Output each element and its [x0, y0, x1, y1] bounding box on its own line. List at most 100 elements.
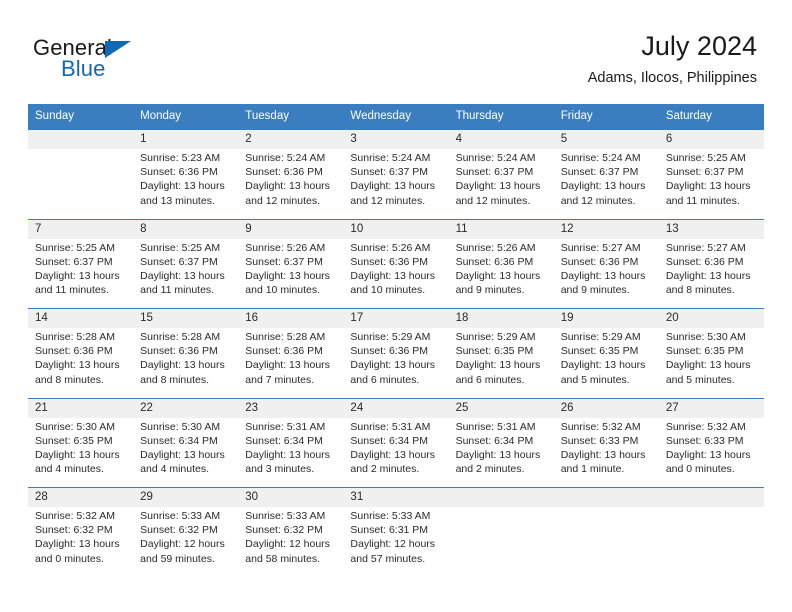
day-cell-25[interactable]: Sunrise: 5:31 AM Sunset: 6:34 PM Daylight:…: [448, 417, 554, 488]
day-number-17[interactable]: 17: [343, 309, 449, 328]
day-cell-9[interactable]: Sunrise: 5:26 AM Sunset: 6:37 PM Daylight:…: [238, 238, 344, 309]
day-number-1[interactable]: 1: [133, 130, 239, 149]
daylight-text: Daylight: 12 hours: [350, 538, 436, 551]
day-number-5[interactable]: 5: [553, 130, 659, 149]
sunset-text: Sunset: 6:37 PM: [245, 255, 323, 268]
day-cell-1[interactable]: Sunrise: 5:23 AM Sunset: 6:36 PM Daylight:…: [133, 149, 239, 219]
day-number-29[interactable]: 29: [133, 488, 239, 507]
day-cell-2[interactable]: Sunrise: 5:24 AM Sunset: 6:36 PM Daylight:…: [238, 149, 344, 219]
day-cell-empty: [28, 149, 134, 219]
daylight-text: Daylight: 13 hours: [35, 269, 120, 282]
day-cell-27[interactable]: Sunrise: 5:32 AM Sunset: 6:33 PM Daylight:…: [658, 417, 764, 488]
day-number-14[interactable]: 14: [28, 309, 134, 328]
sunset-text: Sunset: 6:37 PM: [455, 166, 534, 179]
title-block: July 2024 Adams, Ilocos, Philippines: [588, 30, 757, 88]
day-number-2[interactable]: 2: [238, 130, 344, 149]
day-number-empty: [553, 488, 659, 507]
day-number-12[interactable]: 12: [553, 219, 659, 239]
day-number-7[interactable]: 7: [28, 219, 134, 239]
daylight-text-cont: and 4 minutes.: [140, 463, 210, 476]
day-cell-23[interactable]: Sunrise: 5:31 AM Sunset: 6:34 PM Daylight:…: [238, 417, 344, 488]
sunrise-text: Sunrise: 5:30 AM: [140, 420, 221, 433]
day-number-8[interactable]: 8: [133, 219, 239, 239]
day-number-16[interactable]: 16: [238, 309, 344, 328]
day-cell-21[interactable]: Sunrise: 5:30 AM Sunset: 6:35 PM Daylight:…: [28, 417, 134, 488]
sunrise-text: Sunrise: 5:27 AM: [560, 241, 641, 254]
day-detail-row: Sunrise: 5:23 AM Sunset: 6:36 PM Daylight:…: [28, 149, 764, 219]
day-cell-28[interactable]: Sunrise: 5:32 AM Sunset: 6:32 PM Daylight:…: [28, 507, 134, 577]
day-number-18[interactable]: 18: [448, 309, 554, 328]
day-number-11[interactable]: 11: [448, 219, 554, 239]
daylight-text: Daylight: 13 hours: [665, 180, 751, 193]
daylight-text: Daylight: 13 hours: [245, 448, 330, 461]
day-cell-4[interactable]: Sunrise: 5:24 AM Sunset: 6:37 PM Daylight:…: [448, 149, 554, 219]
day-cell-8[interactable]: Sunrise: 5:25 AM Sunset: 6:37 PM Daylight:…: [133, 238, 239, 309]
sunset-text: Sunset: 6:36 PM: [245, 166, 323, 179]
sunset-text: Sunset: 6:34 PM: [140, 434, 218, 447]
day-number-27[interactable]: 27: [658, 398, 764, 418]
day-cell-26[interactable]: Sunrise: 5:32 AM Sunset: 6:33 PM Daylight:…: [553, 417, 659, 488]
sunrise-text: Sunrise: 5:33 AM: [140, 510, 221, 522]
daylight-text: Daylight: 13 hours: [455, 269, 541, 282]
day-number-13[interactable]: 13: [658, 219, 764, 239]
day-cell-22[interactable]: Sunrise: 5:30 AM Sunset: 6:34 PM Daylight:…: [133, 417, 239, 488]
daylight-text: Daylight: 13 hours: [665, 359, 751, 372]
day-cell-5[interactable]: Sunrise: 5:24 AM Sunset: 6:37 PM Daylight:…: [553, 149, 659, 219]
day-number-19[interactable]: 19: [553, 309, 659, 328]
page-title: July 2024: [641, 31, 757, 61]
day-cell-19[interactable]: Sunrise: 5:29 AM Sunset: 6:35 PM Daylight:…: [553, 328, 659, 398]
day-cell-12[interactable]: Sunrise: 5:27 AM Sunset: 6:36 PM Daylight:…: [553, 238, 659, 309]
day-number-6[interactable]: 6: [658, 130, 764, 149]
day-number-25[interactable]: 25: [448, 398, 554, 418]
day-number-26[interactable]: 26: [553, 398, 659, 418]
day-cell-30[interactable]: Sunrise: 5:33 AM Sunset: 6:32 PM Daylight:…: [238, 507, 344, 577]
daylight-text-cont: and 0 minutes.: [665, 463, 735, 476]
sunrise-text: Sunrise: 5:28 AM: [140, 331, 221, 343]
sunrise-text: Sunrise: 5:24 AM: [455, 152, 536, 164]
day-number-4[interactable]: 4: [448, 130, 554, 149]
day-cell-24[interactable]: Sunrise: 5:31 AM Sunset: 6:34 PM Daylight:…: [343, 417, 449, 488]
sunrise-text: Sunrise: 5:29 AM: [560, 331, 641, 343]
day-number-empty: [658, 488, 764, 507]
daylight-text: Daylight: 13 hours: [455, 180, 541, 193]
day-cell-29[interactable]: Sunrise: 5:33 AM Sunset: 6:32 PM Daylight:…: [133, 507, 239, 577]
day-cell-3[interactable]: Sunrise: 5:24 AM Sunset: 6:37 PM Daylight:…: [343, 149, 449, 219]
weekday-header-saturday: Saturday: [658, 104, 764, 130]
day-number-23[interactable]: 23: [238, 398, 344, 418]
day-number-21[interactable]: 21: [28, 398, 134, 418]
daylight-text-cont: and 2 minutes.: [455, 463, 525, 476]
day-number-20[interactable]: 20: [658, 309, 764, 328]
day-number-31[interactable]: 31: [343, 488, 449, 507]
day-number-10[interactable]: 10: [343, 219, 449, 239]
day-number-24[interactable]: 24: [343, 398, 449, 418]
day-number-3[interactable]: 3: [343, 130, 449, 149]
day-cell-empty: [658, 507, 764, 577]
daylight-text-cont: and 5 minutes.: [560, 373, 630, 386]
day-number-15[interactable]: 15: [133, 309, 239, 328]
sunrise-text: Sunrise: 5:25 AM: [35, 241, 115, 254]
day-number-28[interactable]: 28: [28, 488, 134, 507]
day-cell-16[interactable]: Sunrise: 5:28 AM Sunset: 6:36 PM Daylight:…: [238, 328, 344, 398]
day-cell-11[interactable]: Sunrise: 5:26 AM Sunset: 6:36 PM Daylight:…: [448, 238, 554, 309]
day-cell-18[interactable]: Sunrise: 5:29 AM Sunset: 6:35 PM Daylight:…: [448, 328, 554, 398]
day-number-9[interactable]: 9: [238, 219, 344, 239]
day-cell-7[interactable]: Sunrise: 5:25 AM Sunset: 6:37 PM Daylight:…: [28, 238, 134, 309]
day-cell-13[interactable]: Sunrise: 5:27 AM Sunset: 6:36 PM Daylight:…: [658, 238, 764, 309]
day-cell-20[interactable]: Sunrise: 5:30 AM Sunset: 6:35 PM Daylight:…: [658, 328, 764, 398]
sunrise-text: Sunrise: 5:28 AM: [35, 331, 115, 343]
day-cell-15[interactable]: Sunrise: 5:28 AM Sunset: 6:36 PM Daylight:…: [133, 328, 239, 398]
day-cell-17[interactable]: Sunrise: 5:29 AM Sunset: 6:36 PM Daylight:…: [343, 328, 449, 398]
day-number-30[interactable]: 30: [238, 488, 344, 507]
day-number-22[interactable]: 22: [133, 398, 239, 418]
sunrise-text: Sunrise: 5:28 AM: [245, 331, 326, 343]
day-cell-31[interactable]: Sunrise: 5:33 AM Sunset: 6:31 PM Daylight:…: [343, 507, 449, 577]
daylight-text-cont: and 6 minutes.: [350, 373, 420, 386]
page-header: General Blue July 2024 Adams, Ilocos, Ph…: [0, 0, 792, 104]
day-cell-14[interactable]: Sunrise: 5:28 AM Sunset: 6:36 PM Daylight:…: [28, 328, 134, 398]
day-cell-10[interactable]: Sunrise: 5:26 AM Sunset: 6:36 PM Daylight:…: [343, 238, 449, 309]
day-cell-6[interactable]: Sunrise: 5:25 AM Sunset: 6:37 PM Daylight:…: [658, 149, 764, 219]
weekday-header-tuesday: Tuesday: [238, 104, 344, 130]
weekday-header-sunday: Sunday: [28, 104, 134, 130]
calendar-body: 1 2 3 4 5 6 Sunrise: 5:23 AM Sunset: 6:36 PM Day…: [28, 129, 764, 577]
brand-logo[interactable]: General Blue: [33, 35, 233, 83]
